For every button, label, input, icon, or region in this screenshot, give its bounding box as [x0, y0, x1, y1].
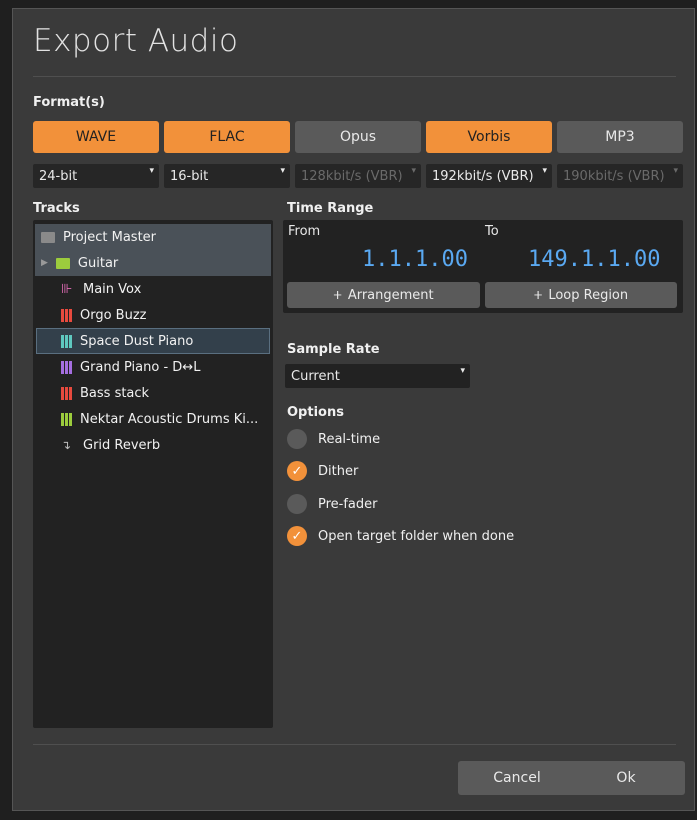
- unchecked-icon: [287, 494, 307, 514]
- mp3-bitrate-select[interactable]: 190kbit/s (VBR) ▾: [557, 164, 683, 188]
- to-time-field[interactable]: 149.1.1.00: [528, 247, 660, 272]
- dither-checkbox[interactable]: ✓ Dither: [287, 460, 358, 482]
- instrument-icon: [61, 360, 72, 374]
- range-icon: ⵜ: [333, 288, 342, 302]
- audio-wave-icon: ⊪: [61, 281, 73, 297]
- track-item-space-dust-piano[interactable]: Space Dust Piano: [36, 328, 270, 354]
- track-item-guitar[interactable]: ▶ Guitar: [35, 250, 271, 276]
- wave-bitdepth-select[interactable]: 24-bit ▾: [33, 164, 159, 188]
- formats-label: Format(s): [33, 95, 105, 110]
- realtime-checkbox[interactable]: Real-time: [287, 428, 380, 450]
- export-audio-dialog: Export Audio Format(s) WAVE FLAC Opus Vo…: [12, 8, 695, 811]
- track-item-main-vox[interactable]: ⊪ Main Vox: [33, 276, 269, 302]
- ok-button[interactable]: Ok: [567, 761, 685, 795]
- tracks-list: Project Master ▶ Guitar ⊪ Main Vox Orgo …: [33, 220, 273, 728]
- chevron-down-icon: ▾: [673, 166, 678, 176]
- dialog-title: Export Audio: [33, 23, 239, 59]
- chevron-down-icon: ▾: [411, 166, 416, 176]
- time-range-label: Time Range: [287, 201, 374, 216]
- title-divider: [33, 76, 676, 77]
- track-item-grid-reverb[interactable]: ↴ Grid Reverb: [33, 432, 269, 458]
- chevron-down-icon: ▾: [280, 166, 285, 176]
- arrangement-button[interactable]: ⵜ Arrangement: [287, 282, 480, 308]
- folder-icon: [41, 231, 55, 243]
- footer-divider: [33, 744, 676, 745]
- instrument-icon: [61, 412, 72, 426]
- opus-bitrate-select[interactable]: 128kbit/s (VBR) ▾: [295, 164, 421, 188]
- chevron-down-icon: ▾: [149, 166, 154, 176]
- effect-return-icon: ↴: [61, 438, 72, 452]
- format-mp3-button[interactable]: MP3: [557, 121, 683, 153]
- loop-region-button[interactable]: ⵜ Loop Region: [485, 282, 677, 308]
- sample-rate-label: Sample Rate: [287, 342, 380, 357]
- chevron-down-icon: ▾: [460, 366, 465, 376]
- folder-icon: [55, 257, 70, 269]
- options-label: Options: [287, 405, 344, 420]
- from-time-field[interactable]: 1.1.1.00: [362, 247, 468, 272]
- vorbis-bitrate-select[interactable]: 192kbit/s (VBR) ▾: [426, 164, 552, 188]
- format-vorbis-button[interactable]: Vorbis: [426, 121, 552, 153]
- cancel-button[interactable]: Cancel: [458, 761, 576, 795]
- open-folder-checkbox[interactable]: ✓ Open target folder when done: [287, 525, 514, 547]
- range-icon: ⵜ: [533, 288, 543, 302]
- check-icon: ✓: [287, 526, 307, 546]
- format-wave-button[interactable]: WAVE: [33, 121, 159, 153]
- sample-rate-select[interactable]: Current ▾: [285, 364, 470, 388]
- instrument-icon: [61, 334, 72, 348]
- track-item-grand-piano[interactable]: Grand Piano - D↔L: [33, 354, 269, 380]
- to-label: To: [485, 224, 499, 239]
- from-label: From: [288, 224, 321, 239]
- format-flac-button[interactable]: FLAC: [164, 121, 290, 153]
- track-item-project-master[interactable]: Project Master: [35, 224, 271, 250]
- instrument-icon: [61, 308, 72, 322]
- unchecked-icon: [287, 429, 307, 449]
- format-opus-button[interactable]: Opus: [295, 121, 421, 153]
- track-item-bass-stack[interactable]: Bass stack: [33, 380, 269, 406]
- chevron-down-icon: ▾: [542, 166, 547, 176]
- tracks-label: Tracks: [33, 201, 80, 216]
- expand-arrow-icon[interactable]: ▶: [41, 258, 48, 268]
- track-item-nektar-drums[interactable]: Nektar Acoustic Drums Ki...: [33, 406, 269, 432]
- track-item-orgo-buzz[interactable]: Orgo Buzz: [33, 302, 269, 328]
- flac-bitdepth-select[interactable]: 16-bit ▾: [164, 164, 290, 188]
- instrument-icon: [61, 386, 72, 400]
- check-icon: ✓: [287, 461, 307, 481]
- prefader-checkbox[interactable]: Pre-fader: [287, 493, 378, 515]
